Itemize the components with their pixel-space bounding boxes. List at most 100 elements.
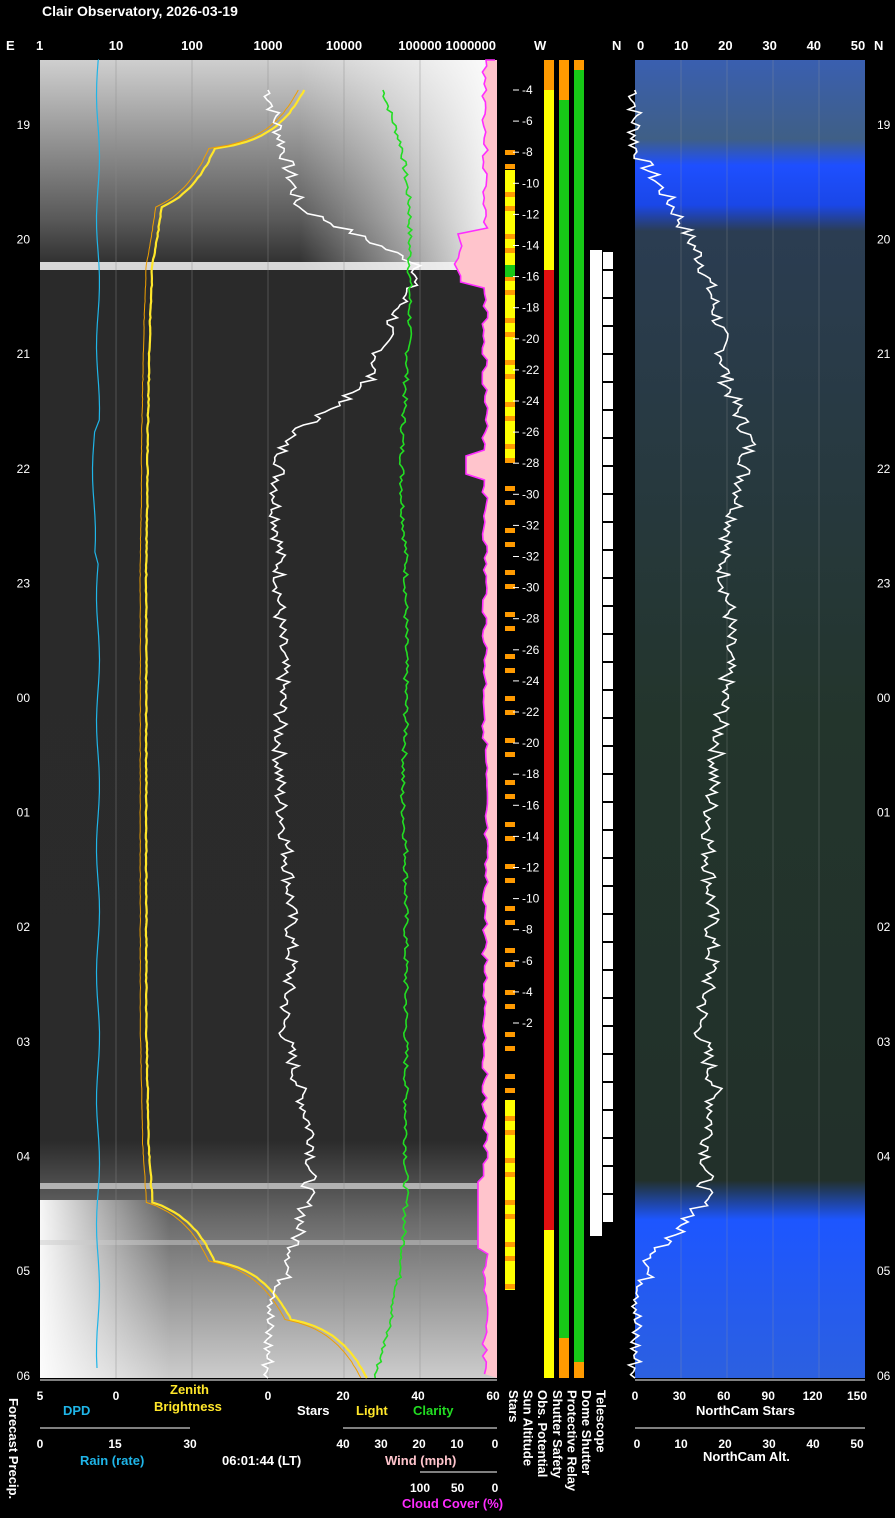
hour-label-left: 06 bbox=[17, 1369, 31, 1383]
stars-strip-segment bbox=[505, 920, 515, 925]
strip-column-label: Telescope bbox=[594, 1390, 609, 1453]
rain-tick-label: 15 bbox=[108, 1437, 122, 1451]
northcam-top-tick-label: 40 bbox=[807, 38, 821, 53]
stars-strip bbox=[505, 150, 515, 1290]
bottom-axes: 5 00 15 300 20 40 6040 30 20 10 0100 50 00 30 60 90 120 1… bbox=[37, 1379, 867, 1495]
sun-altitude-tick-label: -18 bbox=[522, 301, 540, 315]
stars-label: Stars bbox=[297, 1403, 330, 1418]
sun-altitude-tick-label: -20 bbox=[522, 332, 540, 346]
obs-potential-yellow-top bbox=[544, 60, 554, 270]
northcam-top-tick-label: 10 bbox=[674, 38, 688, 53]
hour-label-right: 02 bbox=[877, 920, 891, 934]
sun-altitude-axis: -4 -6 -8 -10 -12 -14 -16 -18 -20 -22 -24 -26 -28 -30 -… bbox=[513, 83, 540, 1030]
stars-strip-segment bbox=[505, 234, 515, 239]
hour-label-left: 23 bbox=[17, 576, 31, 590]
stars-strip-segment bbox=[505, 374, 515, 379]
stars-strip-segment bbox=[505, 318, 515, 323]
northcam-top-tick-label: 20 bbox=[718, 38, 732, 53]
northcam-alt-tick-label: 0 bbox=[634, 1437, 641, 1451]
northcam-alt-tick-label: 10 bbox=[674, 1437, 688, 1451]
compass-north-label: N bbox=[612, 38, 621, 53]
hour-label-left: 01 bbox=[17, 806, 31, 820]
stars-strip-segment bbox=[505, 206, 515, 211]
protective-relay-strip bbox=[574, 60, 584, 1378]
compass-east-label: E bbox=[6, 38, 15, 53]
stars-strip-segment bbox=[505, 738, 515, 743]
compass-north-right-label: N bbox=[874, 38, 883, 53]
stars-strip-segment bbox=[505, 1116, 515, 1121]
stars-strip-segment bbox=[505, 948, 515, 953]
sun-altitude-tick-label: -10 bbox=[522, 176, 540, 190]
forecast-precip-label: Forecast Precip. bbox=[6, 1398, 21, 1499]
top-axis-tick-label: 100000 bbox=[398, 38, 441, 53]
stars-strip-segment bbox=[505, 444, 515, 449]
stars-strip-segment bbox=[505, 486, 515, 491]
strip-column-label: Obs. Potential bbox=[535, 1390, 550, 1477]
sun-altitude-tick-label: -28 bbox=[522, 456, 540, 470]
stars-strip-segment bbox=[505, 696, 515, 701]
bright-band-morning bbox=[40, 1183, 497, 1189]
stars-strip-segment bbox=[505, 1256, 515, 1261]
wind-tick-label: 20 bbox=[412, 1437, 426, 1451]
cloud-tick-label: 50 bbox=[451, 1481, 465, 1495]
northcam-background bbox=[635, 60, 865, 1378]
sun-altitude-tick-label: -30 bbox=[522, 581, 540, 595]
stars-strip-segment bbox=[505, 458, 515, 463]
hour-label-right: 22 bbox=[877, 462, 891, 476]
sun-altitude-tick-label: -30 bbox=[522, 487, 540, 501]
sun-altitude-tick-label: -8 bbox=[522, 145, 533, 159]
dome-telescope-bars bbox=[590, 250, 613, 1236]
hour-label-right: 03 bbox=[877, 1035, 891, 1049]
hour-label-left: 02 bbox=[17, 920, 31, 934]
hour-label-right: 19 bbox=[877, 118, 891, 132]
dpd-label: DPD bbox=[63, 1403, 90, 1418]
bright-band-dawn bbox=[40, 1240, 497, 1245]
compass-west-label: W bbox=[534, 38, 547, 53]
sun-altitude-tick-label: -14 bbox=[522, 829, 540, 843]
sun-altitude-tick-label: -20 bbox=[522, 736, 540, 750]
chart-title: Clair Observatory, 2026-03-19 bbox=[42, 3, 238, 19]
stars-strip-segment bbox=[505, 822, 515, 827]
stars-tick-label: 60 bbox=[486, 1389, 500, 1403]
sun-altitude-tick-label: -22 bbox=[522, 363, 540, 377]
shutter-safety-bottom bbox=[559, 1338, 569, 1378]
sun-altitude-tick-label: -26 bbox=[522, 425, 540, 439]
shutter-safety-strip bbox=[559, 60, 569, 1378]
obs-potential-orange-top bbox=[544, 60, 554, 90]
stars-strip-segment bbox=[505, 164, 515, 169]
stars-strip-segment bbox=[505, 626, 515, 631]
stars-strip-segment bbox=[505, 1158, 515, 1163]
stars-strip-segment bbox=[505, 360, 515, 365]
northcam-alt-tick-label: 50 bbox=[850, 1437, 864, 1451]
dpd-tick-label: 0 bbox=[113, 1389, 120, 1403]
stars-strip-segment bbox=[505, 192, 515, 197]
stars-strip-segment bbox=[505, 402, 515, 407]
rain-label: Rain (rate) bbox=[80, 1453, 144, 1468]
top-axis-tick-label: 10000 bbox=[326, 38, 362, 53]
hour-label-left: 05 bbox=[17, 1264, 31, 1278]
hour-label-left: 22 bbox=[17, 462, 31, 476]
strip-column-label: Dome Shutter bbox=[579, 1390, 594, 1475]
hour-label-left: 04 bbox=[17, 1149, 31, 1163]
top-axis-tick-label: 100 bbox=[181, 38, 203, 53]
stars-tick-label: 20 bbox=[336, 1389, 350, 1403]
cloud-tick-label: 0 bbox=[492, 1481, 499, 1495]
rain-tick-label: 30 bbox=[183, 1437, 197, 1451]
strip-column-label: Shutter Safety bbox=[550, 1390, 565, 1479]
bright-band-evening bbox=[40, 262, 497, 270]
stars-strip-segment bbox=[505, 878, 515, 883]
sun-altitude-tick-label: -24 bbox=[522, 394, 540, 408]
sun-altitude-tick-label: -32 bbox=[522, 518, 540, 532]
strip-column-label: Sun Altitude bbox=[521, 1390, 536, 1466]
northcam-alt-tick-label: 40 bbox=[806, 1437, 820, 1451]
shutter-safety-top bbox=[559, 60, 569, 100]
relay-top bbox=[574, 60, 584, 70]
stars-strip-segment bbox=[505, 864, 515, 869]
northcam-stars-tick-label: 0 bbox=[632, 1389, 639, 1403]
sun-altitude-tick-label: -8 bbox=[522, 923, 533, 937]
wind-tick-label: 10 bbox=[450, 1437, 464, 1451]
stars-strip-segment bbox=[505, 654, 515, 659]
stars-tick-label: 0 bbox=[265, 1389, 272, 1403]
northcam-stars-tick-label: 60 bbox=[717, 1389, 731, 1403]
sun-altitude-tick-label: -14 bbox=[522, 239, 540, 253]
